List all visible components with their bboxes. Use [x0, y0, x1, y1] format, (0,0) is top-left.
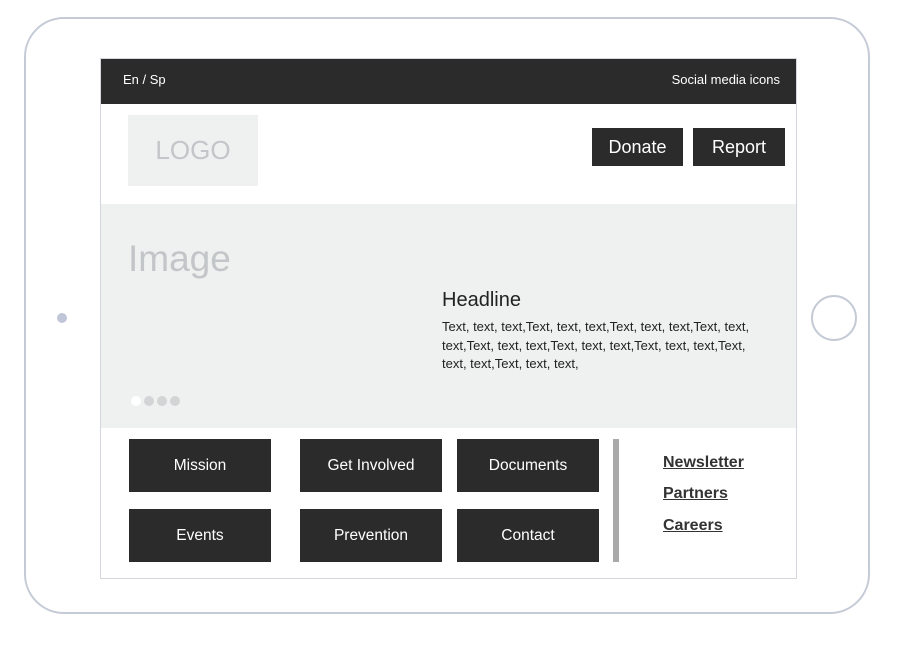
hero-body-text: Text, text, text,Text, text, text,Text, …	[442, 319, 750, 371]
hero-headline: Headline	[442, 289, 521, 311]
nav-documents-button[interactable]: Documents	[457, 439, 599, 492]
language-switcher[interactable]: En / Sp	[123, 72, 166, 87]
nav-events-button[interactable]: Events	[129, 509, 271, 562]
image-placeholder-label: Image	[128, 238, 231, 279]
careers-link[interactable]: Careers	[663, 517, 723, 535]
nav-mission-button[interactable]: Mission	[129, 439, 271, 492]
website-screen: En / Sp Social media icons LOGO Donate R…	[100, 58, 797, 579]
nav-get-involved-button[interactable]: Get Involved	[300, 439, 442, 492]
home-button[interactable]	[811, 295, 857, 341]
vertical-divider	[613, 439, 619, 562]
carousel-dot[interactable]	[131, 396, 141, 406]
top-bar: En / Sp Social media icons	[101, 59, 796, 104]
carousel-dots	[131, 396, 180, 406]
donate-button[interactable]: Donate	[592, 128, 683, 166]
report-button[interactable]: Report	[693, 128, 785, 166]
camera-icon	[57, 313, 67, 323]
nav-contact-button[interactable]: Contact	[457, 509, 599, 562]
logo[interactable]: LOGO	[128, 115, 258, 186]
carousel-dot[interactable]	[144, 396, 154, 406]
carousel-dot[interactable]	[157, 396, 167, 406]
partners-link[interactable]: Partners	[663, 485, 728, 503]
carousel-dot[interactable]	[170, 396, 180, 406]
logo-text: LOGO	[155, 135, 231, 165]
newsletter-link[interactable]: Newsletter	[663, 454, 744, 472]
nav-prevention-button[interactable]: Prevention	[300, 509, 442, 562]
social-media-icons[interactable]: Social media icons	[672, 72, 780, 87]
hero-banner: Image Headline Text, text, text,Text, te…	[101, 204, 796, 428]
